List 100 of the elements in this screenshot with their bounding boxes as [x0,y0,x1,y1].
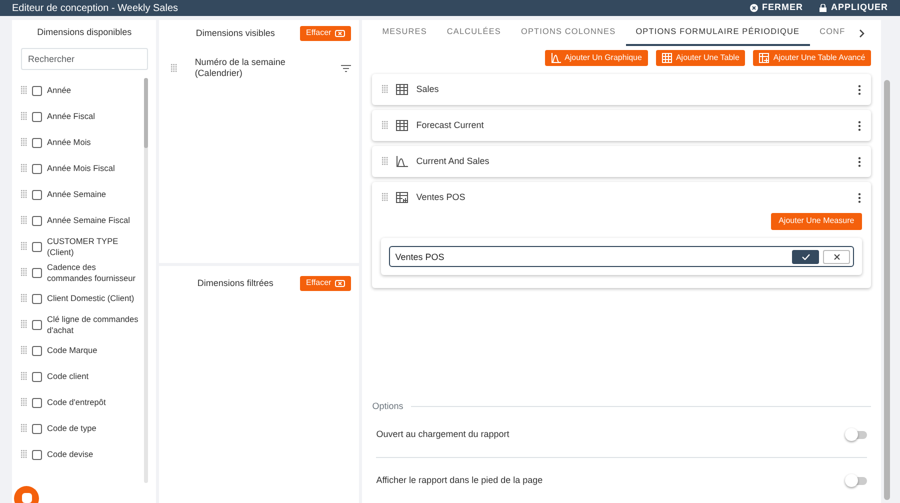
drag-handle-icon[interactable] [170,64,177,73]
more-vertical-icon[interactable] [858,120,862,131]
checkbox[interactable] [32,450,42,460]
drag-handle-icon[interactable] [382,121,388,130]
tab[interactable]: OPTIONS COLONNES [511,20,626,46]
dimension-label: Année Semaine [47,189,106,200]
tab[interactable]: MESURES [372,20,437,46]
clear-icon [335,30,346,37]
chevron-right-icon[interactable] [859,28,866,38]
add-button[interactable]: Ajouter Une Table Avancé [753,50,872,66]
drag-handle-icon[interactable] [21,242,27,251]
confirm-button[interactable] [792,250,820,264]
checkbox[interactable] [32,398,42,408]
dimension-label: Code client [47,371,89,382]
drag-handle-icon[interactable] [21,190,27,199]
name-field[interactable]: Ventes POS [389,246,854,268]
chart-icon [396,156,408,168]
checkbox[interactable] [32,216,42,226]
checkbox[interactable] [32,112,42,122]
lock-icon [818,4,827,12]
drag-handle-icon[interactable] [21,450,27,459]
drag-handle-icon[interactable] [21,86,27,95]
dimension-label: Cadence des commandes fournisseur [47,262,137,283]
dimension-label: Clé ligne de commandes d'achat [47,314,140,335]
dimension-label: Année Fiscal [47,111,95,122]
drag-handle-icon[interactable] [21,320,27,329]
drag-handle-icon[interactable] [21,112,27,121]
checkbox[interactable] [32,424,42,434]
option-label: Ouvert au chargement du rapport [376,428,510,442]
widget-title: Current And Sales [416,155,490,168]
drag-handle-icon[interactable] [382,193,388,202]
drag-handle-icon[interactable] [21,372,27,381]
dimension-label: Code devise [47,449,94,460]
drag-handle-icon[interactable] [382,157,388,166]
panel-title: Dimensions filtrées [196,276,274,290]
table-icon [396,120,408,132]
chart-icon [550,53,561,64]
widget-title: Ventes POS [416,191,466,204]
add-button[interactable]: Ajouter Une Table [656,50,746,66]
checkbox[interactable] [32,190,42,200]
widget-title: Sales [416,83,440,96]
dimension-label: Code d'entrepôt [47,397,106,408]
dimension-label: Année Mois [47,137,91,148]
checkbox[interactable] [32,320,42,330]
drag-handle-icon[interactable] [21,294,27,303]
drag-handle-icon[interactable] [21,216,27,225]
toggle-switch[interactable] [847,431,868,439]
dimension-label: Code Marque [47,345,98,356]
drag-handle-icon[interactable] [21,138,27,147]
cancel-button[interactable] [823,250,850,264]
panel-title: Dimensions disponibles [36,26,133,39]
toggle-switch[interactable] [847,476,868,484]
clear-button[interactable]: Effacer [300,26,352,41]
section-title: Options [372,400,404,413]
header-button[interactable]: APPLIQUER [818,1,888,15]
add-measure-button[interactable]: Ajouter Une Measure [770,213,862,230]
dimension-label: Numéro de la semaine (Calendrier) [194,56,286,80]
drag-handle-icon[interactable] [21,424,27,433]
tab[interactable]: CONF [810,20,856,46]
checkbox[interactable] [32,294,42,304]
header-button[interactable]: FERMER [750,1,803,15]
drag-handle-icon[interactable] [382,85,388,94]
table-add-icon [396,192,408,204]
checkbox[interactable] [32,138,42,148]
checkbox[interactable] [32,372,42,382]
table-add-icon [759,53,770,64]
check-icon [802,254,810,260]
checkbox[interactable] [32,86,42,96]
clear-button[interactable]: Effacer [300,276,352,291]
drag-handle-icon[interactable] [21,268,27,277]
scrollbar[interactable] [884,80,890,500]
dimension-label: Code de type [47,423,96,434]
widget-title: Forecast Current [416,119,485,132]
tab[interactable]: OPTIONS FORMULAIRE PÉRIODIQUE [626,20,810,46]
more-vertical-icon[interactable] [858,156,862,167]
close-icon [750,4,758,12]
dimension-label: Année [47,85,71,96]
chat-icon [22,493,32,503]
tab[interactable]: CALCULÉES [436,20,511,46]
close-icon [834,254,840,260]
more-vertical-icon[interactable] [858,84,862,95]
window-title: Editeur de conception - Weekly Sales [12,2,178,16]
option-label: Afficher le rapport dans le pied de la page [376,474,543,487]
clear-icon [335,280,346,287]
dimension-label: Client Domestic (Client) [47,293,134,304]
table-icon [396,84,408,96]
filter-icon[interactable] [341,64,352,72]
checkbox[interactable] [32,164,42,174]
checkbox[interactable] [32,346,42,356]
drag-handle-icon[interactable] [21,398,27,407]
drag-handle-icon[interactable] [21,346,27,355]
more-vertical-icon[interactable] [858,192,862,203]
panel-title: Dimensions visibles [194,26,276,40]
search-field[interactable]: Rechercher [21,48,148,70]
add-button[interactable]: Ajouter Un Graphique [544,50,648,66]
dimension-label: CUSTOMER TYPE (Client) [47,236,120,257]
checkbox[interactable] [32,268,42,278]
checkbox[interactable] [32,242,42,252]
dimension-label: Année Mois Fiscal [47,163,115,174]
drag-handle-icon[interactable] [21,164,27,173]
